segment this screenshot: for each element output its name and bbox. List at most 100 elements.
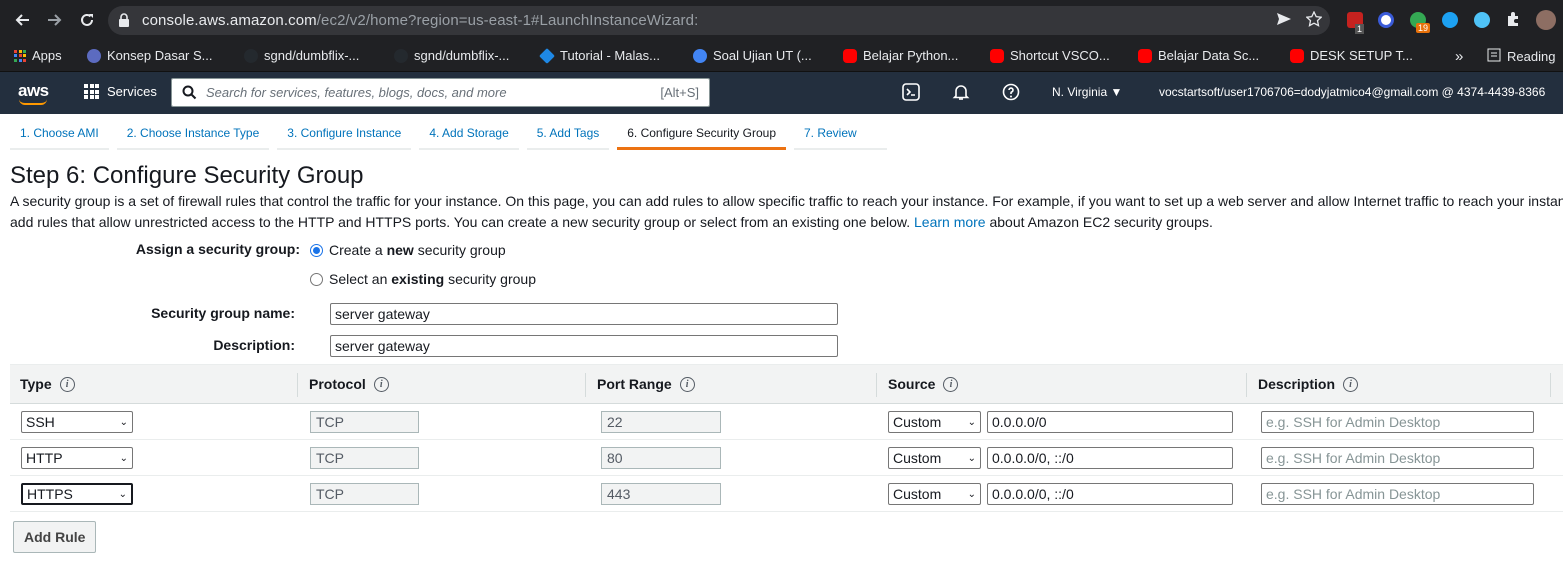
- reading-list-label: Reading: [1507, 49, 1556, 64]
- youtube-icon: [990, 48, 1004, 63]
- bookmark-apps[interactable]: Apps: [14, 48, 62, 63]
- youtube-icon: [1138, 48, 1152, 63]
- bookmark-label: Belajar Python...: [863, 48, 959, 63]
- account-menu[interactable]: vocstartsoft/user1706706=dodyjatmico4@gm…: [1159, 85, 1545, 99]
- rule-description-input[interactable]: e.g. SSH for Admin Desktop: [1261, 447, 1534, 469]
- table-row: SSH ⌄ TCP 22 Custom ⌄ 0.0.0.0/0 e.g. SSH f…: [10, 404, 1563, 440]
- bookmark-star-icon[interactable]: [1305, 10, 1323, 32]
- protocol-field: TCP: [310, 411, 419, 433]
- send-icon[interactable]: [1276, 11, 1292, 32]
- tab-choose-instance-type[interactable]: 2. Choose Instance Type: [116, 114, 270, 150]
- port-range-field: 22: [601, 411, 721, 433]
- bookmark-item[interactable]: sgnd/dumbflix-...: [244, 48, 359, 63]
- learn-more-link[interactable]: Learn more: [914, 214, 986, 230]
- region-selector[interactable]: N. Virginia ▼: [1052, 85, 1122, 99]
- radio-button[interactable]: [310, 272, 323, 286]
- reading-list-icon: [1487, 48, 1501, 65]
- ext-badge: 1: [1355, 24, 1365, 34]
- help-icon[interactable]: [1002, 83, 1020, 106]
- radio-button-checked[interactable]: [310, 243, 323, 257]
- type-select[interactable]: HTTP ⌄: [21, 447, 133, 469]
- assign-security-group-label: Assign a security group:: [135, 241, 300, 257]
- table-row: HTTPS ⌄ TCP 443 Custom ⌄ 0.0.0.0/0, ::/0 e…: [10, 476, 1563, 512]
- add-rule-button[interactable]: Add Rule: [13, 521, 97, 553]
- bookmarks-overflow-button[interactable]: »: [1455, 48, 1463, 65]
- grid-icon: [84, 84, 99, 99]
- source-mode-select[interactable]: Custom ⌄: [888, 447, 981, 469]
- info-icon[interactable]: i: [1343, 376, 1359, 392]
- radio-label: Create a new security group: [329, 242, 506, 258]
- info-icon[interactable]: i: [679, 376, 695, 392]
- youtube-icon: [1290, 48, 1304, 63]
- type-select[interactable]: HTTPS ⌄: [21, 483, 133, 505]
- back-icon[interactable]: [12, 10, 32, 30]
- source-cidr-input[interactable]: 0.0.0.0/0, ::/0: [987, 447, 1233, 469]
- telegram-icon[interactable]: [1442, 12, 1458, 28]
- bookmark-item[interactable]: Tutorial - Malas...: [539, 47, 660, 64]
- port-range-field: 443: [601, 483, 721, 505]
- sg-name-input[interactable]: server gateway: [330, 303, 838, 325]
- address-bar[interactable]: console.aws.amazon.com/ec2/v2/home?regio…: [108, 6, 1330, 35]
- aws-search-input[interactable]: Search for services, features, blogs, do…: [171, 78, 710, 107]
- aws-logo[interactable]: aws: [18, 81, 49, 101]
- tab-choose-ami[interactable]: 1. Choose AMI: [10, 114, 109, 150]
- lock-icon: [118, 13, 130, 32]
- bookmark-label: sgnd/dumbflix-...: [414, 48, 510, 63]
- extension-icon[interactable]: [1474, 12, 1490, 28]
- github-icon: [244, 48, 258, 63]
- tab-add-tags[interactable]: 5. Add Tags: [526, 114, 610, 150]
- reading-list-button[interactable]: Reading: [1487, 48, 1555, 65]
- bookmark-item[interactable]: Belajar Python...: [843, 48, 958, 63]
- header-description: Description i: [1258, 376, 1359, 392]
- source-cidr-input[interactable]: 0.0.0.0/0: [987, 411, 1233, 433]
- header-type: Type i: [20, 376, 75, 392]
- rule-description-input[interactable]: e.g. SSH for Admin Desktop: [1261, 411, 1534, 433]
- info-icon[interactable]: i: [59, 376, 75, 392]
- bookmark-label: Soal Ujian UT (...: [713, 48, 812, 63]
- radio-select-existing[interactable]: Select an existing security group: [310, 271, 536, 287]
- tab-add-storage[interactable]: 4. Add Storage: [419, 114, 519, 150]
- tab-configure-instance[interactable]: 3. Configure Instance: [277, 114, 412, 150]
- source-cidr-input[interactable]: 0.0.0.0/0, ::/0: [987, 483, 1233, 505]
- url-text: console.aws.amazon.com/ec2/v2/home?regio…: [142, 12, 699, 29]
- globe-icon: [693, 48, 707, 63]
- header-source: Source i: [888, 376, 959, 392]
- tab-configure-security-group[interactable]: 6. Configure Security Group: [617, 114, 786, 150]
- bookmark-item[interactable]: DESK SETUP T...: [1290, 48, 1413, 63]
- radio-create-new[interactable]: Create a new security group: [310, 242, 506, 258]
- cloudshell-icon[interactable]: [902, 83, 920, 106]
- rule-description-input[interactable]: e.g. SSH for Admin Desktop: [1261, 483, 1534, 505]
- bookmark-item[interactable]: Soal Ujian UT (...: [693, 48, 812, 63]
- avatar[interactable]: [1536, 10, 1556, 30]
- services-menu-button[interactable]: Services: [84, 84, 157, 99]
- source-mode-select[interactable]: Custom ⌄: [888, 411, 981, 433]
- bookmark-label: sgnd/dumbflix-...: [264, 48, 360, 63]
- bookmark-item[interactable]: Konsep Dasar S...: [87, 48, 213, 63]
- source-mode-select[interactable]: Custom ⌄: [888, 483, 981, 505]
- table-row: HTTP ⌄ TCP 80 Custom ⌄ 0.0.0.0/0, ::/0 e.g…: [10, 440, 1563, 476]
- forward-icon[interactable]: [45, 10, 65, 30]
- info-icon[interactable]: i: [943, 376, 959, 392]
- bookmark-item[interactable]: Belajar Data Sc...: [1138, 48, 1259, 63]
- chevron-down-icon: ⌄: [119, 416, 128, 428]
- reload-icon[interactable]: [77, 10, 97, 30]
- info-icon[interactable]: i: [373, 376, 389, 392]
- table-header: Type i Protocol i Port Range i Source i Desc…: [10, 364, 1563, 404]
- radio-label: Select an existing security group: [329, 271, 536, 287]
- aws-navbar: aws Services Search for services, featur…: [0, 72, 1563, 114]
- type-select[interactable]: SSH ⌄: [21, 411, 133, 433]
- extension-icon[interactable]: [1378, 12, 1394, 28]
- bookmark-item[interactable]: sgnd/dumbflix-...: [394, 48, 509, 63]
- browser-toolbar: console.aws.amazon.com/ec2/v2/home?regio…: [0, 0, 1563, 41]
- bell-icon[interactable]: [952, 83, 970, 106]
- intro-text: A security group is a set of firewall ru…: [10, 191, 1563, 233]
- tab-review[interactable]: 7. Review: [794, 114, 887, 150]
- intro-line: add rules that allow unrestricted access…: [10, 214, 911, 230]
- search-icon: [182, 85, 197, 105]
- puzzle-icon[interactable]: [1505, 11, 1521, 32]
- bookmark-label: Belajar Data Sc...: [1158, 48, 1260, 63]
- bookmark-item[interactable]: Shortcut VSCO...: [990, 48, 1110, 63]
- chevron-down-icon: ⌄: [119, 452, 128, 464]
- sg-description-input[interactable]: server gateway: [330, 335, 838, 357]
- chevron-down-icon: ⌄: [967, 452, 976, 464]
